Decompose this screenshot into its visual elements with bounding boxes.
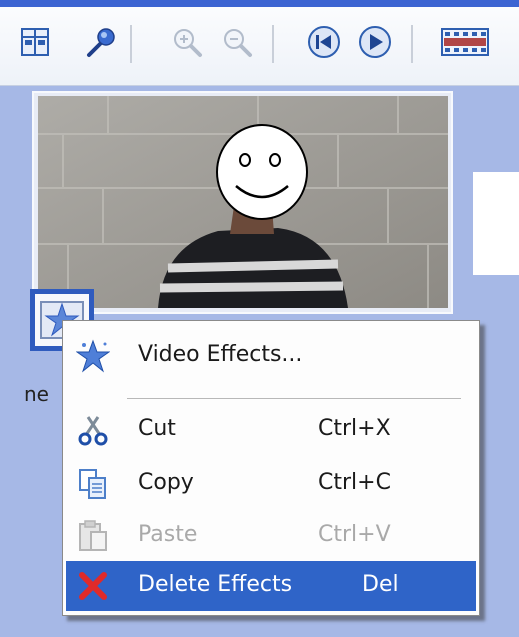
- context-menu: Video Effects... Cut Ctrl+X Copy Ctrl+C …: [62, 320, 480, 616]
- play-icon[interactable]: [353, 20, 397, 64]
- preview-panel: [473, 172, 519, 275]
- menu-item-shortcut: Ctrl+C: [318, 470, 391, 495]
- zoom-out-icon[interactable]: [215, 20, 259, 64]
- menu-item-label: Copy: [138, 470, 194, 495]
- clip-name-label: ne: [24, 382, 49, 406]
- video-effects-star-icon: [76, 339, 110, 373]
- menu-item-paste[interactable]: Paste Ctrl+V: [66, 511, 476, 561]
- menu-item-copy[interactable]: Copy Ctrl+C: [66, 459, 476, 509]
- menu-item-cut[interactable]: Cut Ctrl+X: [66, 405, 476, 455]
- menu-item-label: Video Effects...: [138, 342, 303, 367]
- menu-item-delete-effects[interactable]: Delete Effects Del: [66, 561, 476, 611]
- paste-icon: [79, 520, 107, 551]
- timeline-icon[interactable]: [438, 20, 492, 64]
- menu-item-shortcut: Ctrl+V: [318, 522, 391, 547]
- menu-item-shortcut: Ctrl+X: [318, 416, 391, 441]
- toolbar-separator: [130, 25, 132, 63]
- menu-item-label: Cut: [138, 416, 176, 441]
- scissors-icon: [78, 416, 108, 446]
- toolbar-separator: [411, 25, 413, 63]
- toolbar: [0, 7, 519, 86]
- menu-item-label: Delete Effects: [138, 572, 293, 597]
- toolbar-separator: [272, 25, 274, 63]
- menu-item-video-effects[interactable]: Video Effects...: [66, 331, 476, 381]
- delete-x-icon: [79, 572, 107, 600]
- menu-item-shortcut: Del: [362, 572, 399, 597]
- smiley-face-icon: [216, 124, 308, 220]
- menu-separator: [127, 398, 461, 399]
- menu-item-label: Paste: [138, 522, 198, 547]
- storyboard-icon[interactable]: [13, 20, 57, 64]
- video-clip-thumbnail[interactable]: [32, 91, 453, 314]
- rewind-icon[interactable]: [302, 20, 346, 64]
- narrate-icon[interactable]: [80, 20, 124, 64]
- zoom-in-icon[interactable]: [165, 20, 209, 64]
- copy-icon: [79, 469, 106, 499]
- window-top-border: [0, 0, 519, 7]
